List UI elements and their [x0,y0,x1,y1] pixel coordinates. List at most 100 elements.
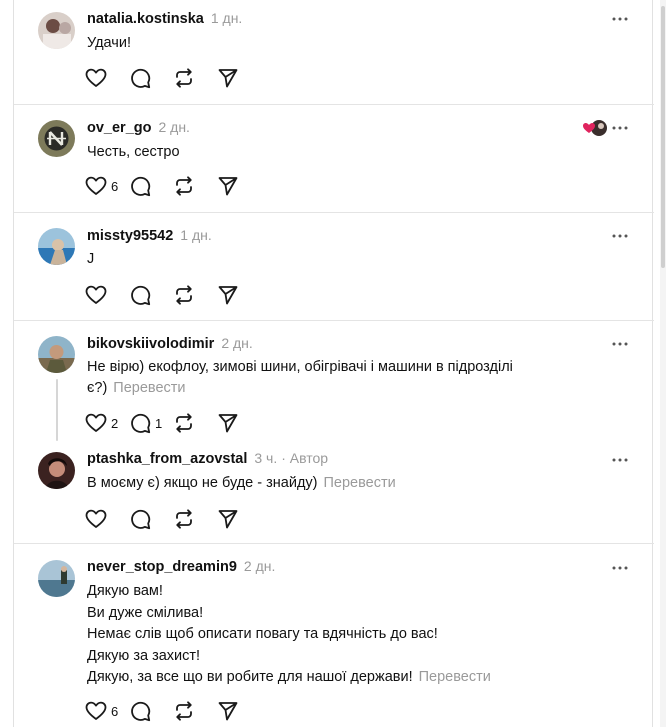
comment-icon [131,176,151,197]
avatar[interactable] [38,452,75,489]
comment-text: Удачи! [87,35,131,51]
liked-by-avatars[interactable] [582,119,608,137]
more-options-icon[interactable] [611,563,629,573]
more-options-icon[interactable] [611,14,629,24]
repost-icon [176,68,192,88]
timestamp[interactable]: 2 дн. [221,335,252,351]
username[interactable]: ov_er_go [87,120,151,136]
share-button[interactable] [217,410,261,436]
repost-button[interactable] [173,173,217,199]
comment-icon [131,413,151,434]
comments-feed: natalia.kostinska 1 дн. Удачи! ov_er_go … [13,0,654,727]
repost-button[interactable] [173,506,217,532]
thread-connector [56,379,58,441]
comment-text: Дякую вам! Ви дуже смілива! Немає слів щ… [87,583,491,685]
comment-post: never_stop_dreamin9 2 дн. Дякую вам! Ви … [14,544,654,727]
share-button[interactable] [217,282,261,308]
comment-text: J [87,251,95,267]
share-button[interactable] [217,698,261,724]
more-options-icon[interactable] [611,455,629,465]
repost-icon [176,176,192,196]
heart-icon [85,68,107,87]
avatar[interactable] [38,228,75,265]
send-icon [218,177,238,196]
repost-button[interactable] [173,282,217,308]
reply-count: 1 [155,415,163,431]
repost-icon [176,413,192,433]
repost-button[interactable] [173,410,217,436]
comment-post: natalia.kostinska 1 дн. Удачи! [14,0,654,105]
avatar[interactable] [38,336,75,373]
reply-button[interactable] [129,173,173,199]
repost-icon [176,285,192,305]
comment-icon [131,285,151,306]
send-icon [218,69,238,88]
translate-link[interactable]: Перевести [113,380,185,396]
username[interactable]: never_stop_dreamin9 [87,559,237,575]
comment-icon [131,701,151,722]
comment-text: Честь, сестро [87,144,180,160]
action-bar [85,506,261,532]
comment-icon [131,509,151,530]
reply-button[interactable] [129,506,173,532]
repost-button[interactable] [173,698,217,724]
reply-button[interactable] [129,65,173,91]
avatar[interactable] [38,12,75,49]
comment-text: В моєму є) якщо не буде - знайду) Перевес… [87,475,396,491]
translate-link[interactable]: Перевести [419,669,491,685]
timestamp[interactable]: 1 дн. [180,227,211,243]
comment-text: Не вірю) екофлоу, зимові шини, обігрівач… [87,359,513,396]
comment-post: ov_er_go 2 дн. Честь, сестро 6 [14,105,654,213]
action-bar [85,65,261,91]
action-bar [85,282,261,308]
like-button[interactable]: 2 [85,410,129,436]
action-bar: 2 1 [85,410,261,436]
username[interactable]: natalia.kostinska [87,11,204,27]
like-button[interactable] [85,282,129,308]
more-options-icon[interactable] [611,123,629,133]
like-button[interactable] [85,506,129,532]
share-button[interactable] [217,506,261,532]
comment-thread: bikovskiivolodimir 2 дн. Не вірю) екофло… [14,321,654,544]
action-bar: 6 [85,173,261,199]
like-button[interactable]: 6 [85,698,129,724]
like-count: 2 [111,415,119,431]
heart-icon [85,413,107,432]
share-button[interactable] [217,173,261,199]
heart-icon [85,176,107,195]
repost-icon [176,509,192,529]
scrollbar-thumb[interactable] [661,6,665,268]
reply-button[interactable]: 1 [129,410,173,436]
username[interactable]: bikovskiivolodimir [87,336,214,352]
send-icon [218,414,238,433]
like-count: 6 [111,703,119,719]
repost-button[interactable] [173,65,217,91]
repost-icon [176,701,192,721]
username[interactable]: missty95542 [87,228,173,244]
comment-post: missty95542 1 дн. J [14,213,654,321]
heart-icon [85,701,107,720]
send-icon [218,702,238,721]
timestamp[interactable]: 2 дн. [158,119,189,135]
avatar[interactable] [38,120,75,157]
more-options-icon[interactable] [611,339,629,349]
comment-icon [131,68,151,89]
heart-icon [85,509,107,528]
more-options-icon[interactable] [611,231,629,241]
username[interactable]: ptashka_from_azovstal [87,451,247,467]
avatar[interactable] [38,560,75,597]
timestamp[interactable]: 1 дн. [211,10,242,26]
like-count: 6 [111,178,119,194]
heart-icon [85,285,107,304]
send-icon [218,286,238,305]
like-button[interactable] [85,65,129,91]
timestamp[interactable]: 2 дн. [244,558,275,574]
reply-button[interactable] [129,282,173,308]
action-bar: 6 [85,698,261,724]
translate-link[interactable]: Перевести [323,475,395,491]
timestamp[interactable]: 3 ч. [254,450,277,466]
author-badge: · Автор [281,450,329,466]
reply-button[interactable] [129,698,173,724]
like-button[interactable]: 6 [85,173,129,199]
share-button[interactable] [217,65,261,91]
